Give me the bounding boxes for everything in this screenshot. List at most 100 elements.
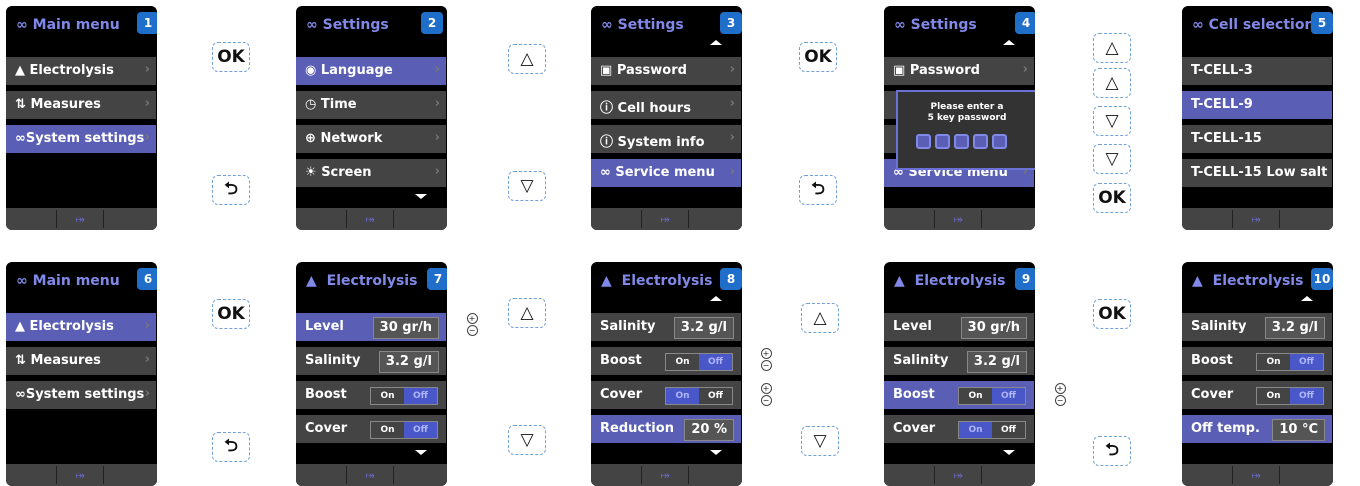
- lock-icon: ▣: [600, 63, 613, 78]
- up-key[interactable]: △: [508, 298, 546, 328]
- down-key[interactable]: ▽: [801, 426, 839, 456]
- info-icon: ⓘ: [600, 135, 614, 150]
- status-bar: ⤅: [591, 208, 742, 230]
- cover-toggle[interactable]: On Off: [665, 387, 733, 405]
- ok-key[interactable]: OK: [212, 42, 250, 72]
- back-key[interactable]: ⮌: [799, 175, 837, 205]
- menu-item-language[interactable]: ◉ Language ›: [296, 57, 446, 85]
- settings-icon: ∞: [16, 17, 28, 33]
- status-bar: ⤅: [1182, 208, 1333, 230]
- boost-toggle[interactable]: On Off: [665, 353, 733, 371]
- scroll-down-icon: [415, 450, 427, 455]
- digit-box[interactable]: [935, 134, 950, 149]
- menu-item-service-menu[interactable]: ∞ Service menu ›: [591, 159, 741, 187]
- cell-option[interactable]: T-CELL-9: [1182, 91, 1332, 119]
- param-reduction[interactable]: Reduction 20 %: [591, 415, 741, 443]
- menu-item-password[interactable]: ▣ Password ›: [884, 57, 1034, 85]
- down-key[interactable]: ▽: [1093, 144, 1131, 174]
- plus-minus-icon: + −: [760, 348, 772, 372]
- up-key[interactable]: △: [801, 303, 839, 333]
- scroll-up-icon: [710, 296, 722, 301]
- step-badge: 4: [1015, 12, 1035, 34]
- digit-box[interactable]: [954, 134, 969, 149]
- param-cover[interactable]: Cover On Off: [1182, 381, 1332, 409]
- level-value: 30 gr/h: [960, 317, 1027, 339]
- cell-option[interactable]: T-CELL-3: [1182, 57, 1332, 85]
- menu-item-network[interactable]: ⊕ Network ›: [296, 125, 446, 153]
- cover-toggle[interactable]: On Off: [1256, 387, 1324, 405]
- down-key[interactable]: ▽: [508, 171, 546, 201]
- param-boost[interactable]: Boost On Off: [884, 381, 1034, 409]
- chevron-right-icon: ›: [434, 130, 440, 145]
- menu-item-system-settings[interactable]: ∞System settings ›: [6, 125, 156, 153]
- menu-item-screen[interactable]: ☀ Screen ›: [296, 159, 446, 187]
- cover-toggle[interactable]: On Off: [370, 421, 438, 439]
- menu-item-electrolysis[interactable]: ▲ Electrolysis ›: [6, 57, 156, 85]
- param-boost[interactable]: Boost On Off: [1182, 347, 1332, 375]
- ok-key[interactable]: OK: [1093, 299, 1131, 329]
- param-salinity[interactable]: Salinity 3.2 g/l: [296, 347, 446, 375]
- screen-title: Main menu: [32, 17, 120, 33]
- down-key[interactable]: ▽: [508, 425, 546, 455]
- param-cover[interactable]: Cover On Off: [296, 415, 446, 443]
- salinity-value: 3.2 g/l: [673, 317, 734, 339]
- cell-option[interactable]: T-CELL-15 Low salt: [1182, 159, 1332, 187]
- menu-item-time[interactable]: ◷ Time ›: [296, 91, 446, 119]
- ok-key[interactable]: OK: [212, 299, 250, 329]
- network-icon: ⊕: [305, 131, 316, 146]
- param-salinity[interactable]: Salinity 3.2 g/l: [1182, 313, 1332, 341]
- menu-item-password[interactable]: ▣ Password ›: [591, 57, 741, 85]
- screen-1-main-menu: ∞ Main menu 1 ▲ Electrolysis › ⇅ Measures ›…: [6, 6, 157, 230]
- settings-icon: ∞: [600, 165, 611, 180]
- wifi-icon: ⤅: [346, 466, 394, 484]
- menu-item-cell-hours[interactable]: ⓘ Cell hours ›: [591, 91, 741, 119]
- cover-toggle[interactable]: On Off: [958, 421, 1026, 439]
- chevron-right-icon: ›: [144, 352, 150, 367]
- param-salinity[interactable]: Salinity 3.2 g/l: [884, 347, 1034, 375]
- boost-toggle[interactable]: On Off: [958, 387, 1026, 405]
- down-key[interactable]: ▽: [1093, 106, 1131, 136]
- menu-item-measures[interactable]: ⇅ Measures ›: [6, 347, 156, 375]
- reduction-value[interactable]: 20 %: [684, 419, 734, 441]
- menu-item-measures[interactable]: ⇅ Measures ›: [6, 91, 156, 119]
- param-boost[interactable]: Boost On Off: [296, 381, 446, 409]
- up-key[interactable]: △: [1093, 68, 1131, 98]
- menu-item-system-settings[interactable]: ∞System settings ›: [6, 381, 156, 409]
- settings-icon: ∞: [16, 273, 28, 289]
- level-value[interactable]: 30 gr/h: [372, 317, 439, 339]
- menu-item-electrolysis[interactable]: ▲ Electrolysis ›: [6, 313, 156, 341]
- back-key[interactable]: ⮌: [212, 175, 250, 205]
- plus-minus-icon: + −: [1054, 383, 1066, 407]
- cell-option[interactable]: T-CELL-15: [1182, 125, 1332, 153]
- param-level[interactable]: Level 30 gr/h: [884, 313, 1034, 341]
- boost-toggle[interactable]: On Off: [1256, 353, 1324, 371]
- step-badge: 1: [137, 12, 157, 34]
- status-bar: ⤅: [296, 208, 447, 230]
- param-cover[interactable]: Cover On Off: [591, 381, 741, 409]
- boost-toggle[interactable]: On Off: [370, 387, 438, 405]
- electrolysis-icon: ▲: [1192, 273, 1203, 289]
- digit-box[interactable]: [973, 134, 988, 149]
- chevron-right-icon: ›: [144, 386, 150, 401]
- ok-key[interactable]: OK: [1093, 183, 1131, 213]
- screen-3-settings: ∞ Settings 3 ▣ Password › ⓘ Cell hours › ⓘ …: [591, 6, 742, 230]
- password-input[interactable]: [916, 134, 1007, 149]
- param-boost[interactable]: Boost On Off: [591, 347, 741, 375]
- chevron-right-icon: ›: [144, 130, 150, 145]
- digit-box[interactable]: [992, 134, 1007, 149]
- param-off-temp[interactable]: Off temp. 10 °C: [1182, 415, 1332, 443]
- param-level[interactable]: Level 30 gr/h: [296, 313, 446, 341]
- digit-box[interactable]: [916, 134, 931, 149]
- ok-key[interactable]: OK: [799, 42, 837, 72]
- back-key[interactable]: ⮌: [212, 432, 250, 462]
- off-temp-value[interactable]: 10 °C: [1272, 419, 1325, 441]
- menu-item-system-info[interactable]: ⓘ System info ›: [591, 125, 741, 153]
- back-key[interactable]: ⮌: [1093, 436, 1131, 466]
- status-bar: ⤅: [296, 464, 447, 486]
- param-cover[interactable]: Cover On Off: [884, 415, 1034, 443]
- electrolysis-icon: ▲: [601, 273, 612, 289]
- globe-icon: ◉: [305, 63, 317, 78]
- up-key[interactable]: △: [1093, 33, 1131, 63]
- up-key[interactable]: △: [508, 44, 546, 74]
- param-salinity[interactable]: Salinity 3.2 g/l: [591, 313, 741, 341]
